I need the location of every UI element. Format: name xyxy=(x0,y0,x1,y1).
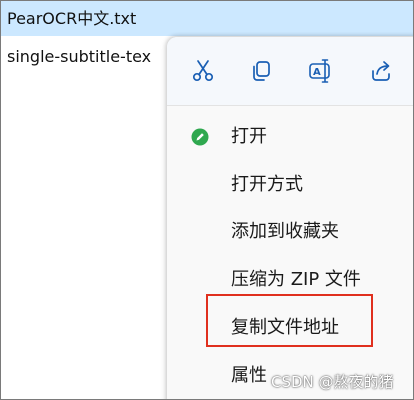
copy-button[interactable] xyxy=(245,55,277,87)
menu-item-open[interactable]: 打开 xyxy=(167,117,413,157)
rename-icon: A xyxy=(309,59,330,83)
file-row-pearocr[interactable]: PearOCR中文.txt xyxy=(1,1,413,36)
scissors-icon xyxy=(192,60,214,82)
copy-icon xyxy=(253,61,270,81)
svg-text:A: A xyxy=(313,67,321,78)
menu-item-label: 属性 xyxy=(231,365,267,386)
menu-item-label: 添加到收藏夹 xyxy=(231,221,339,242)
menu-item-add-to-favorites[interactable]: 添加到收藏夹 xyxy=(167,212,413,252)
explorer-window: PearOCR中文.txt single-subtitle-tex A 打开 打… xyxy=(0,0,414,400)
context-menu-toolbar: A xyxy=(167,37,413,106)
watermark: CSDN @熬夜的猪 xyxy=(271,373,394,391)
cut-button[interactable] xyxy=(187,55,219,87)
rename-button[interactable]: A xyxy=(305,55,337,87)
file-name: single-subtitle-tex xyxy=(7,47,152,66)
menu-item-open-with[interactable]: 打开方式 xyxy=(167,165,413,205)
open-green-icon xyxy=(191,128,209,146)
highlight-annotation-box xyxy=(206,294,373,347)
menu-item-label: 打开 xyxy=(231,126,267,147)
file-name: PearOCR中文.txt xyxy=(7,9,137,28)
menu-item-label: 打开方式 xyxy=(231,174,303,195)
share-icon xyxy=(372,61,390,81)
share-button[interactable] xyxy=(365,55,397,87)
